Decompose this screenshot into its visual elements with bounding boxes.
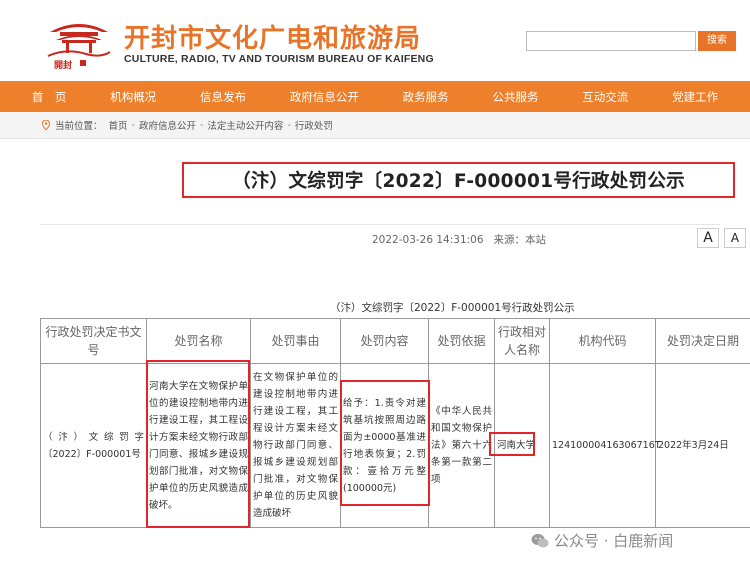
cell-date: 2022年3月24日 <box>655 363 750 528</box>
cell-basis: 《中华人民共和国文物保护法》第六十六条第一款第二项 <box>428 363 495 528</box>
penalty-content-highlight <box>340 380 430 506</box>
wechat-icon <box>531 533 549 547</box>
nav-item-org-overview[interactable]: 机构概况 <box>110 89 156 105</box>
logo-text: 開封 <box>54 59 72 70</box>
nav-item-gov-services[interactable]: 政务服务 <box>403 89 449 105</box>
header-penalty-name: 处罚名称 <box>146 318 251 364</box>
divider <box>40 224 720 225</box>
site-subtitle: CULTURE, RADIO, TV AND TOURISM BUREAU OF… <box>124 53 434 65</box>
breadcrumb-separator: - <box>199 119 204 131</box>
basis-text: 《中华人民共和国文物保护法》第六十六条第一款第二项 <box>431 406 492 485</box>
header-org-code: 机构代码 <box>549 318 656 364</box>
breadcrumb: 当前位置： 首页 - 政府信息公开 - 法定主动公开内容 - 行政处罚 <box>0 112 750 139</box>
city-gate-logo-icon[interactable]: 開封 <box>46 12 112 70</box>
search-button[interactable]: 搜索 <box>698 31 736 51</box>
header-basis: 处罚依据 <box>428 318 495 364</box>
font-size-small-button[interactable]: A <box>724 228 746 248</box>
article-source: 来源：本站 <box>493 234 547 246</box>
header-doc-no: 行政处罚决定书文号 <box>40 318 147 364</box>
cell-org-code: 12410000416306716T <box>549 363 661 528</box>
font-size-large-button[interactable]: A <box>697 228 719 248</box>
date-text: 2022年3月24日 <box>658 440 729 451</box>
location-pin-icon <box>42 120 50 130</box>
site-header: 開封 开封市文化广电和旅游局 CULTURE, RADIO, TV AND TO… <box>0 0 750 80</box>
header-party: 行政相对人名称 <box>494 318 550 364</box>
cell-reason: 在文物保护单位的建设控制地带内进行建设工程，其工程设计方案未经文物行政部门同意、… <box>250 363 341 528</box>
nav-item-home[interactable]: 首 页 <box>32 89 67 105</box>
watermark: 公众号 · 白鹿新闻 <box>531 530 673 551</box>
nav-item-party-building[interactable]: 党建工作 <box>672 89 718 105</box>
penalty-name-highlight <box>146 360 250 528</box>
header-content: 处罚内容 <box>340 318 429 364</box>
party-name-highlight <box>489 432 535 456</box>
table-header-row: 行政处罚决定书文号 处罚名称 处罚事由 处罚内容 处罚依据 行政相对人名称 机构… <box>40 318 750 364</box>
breadcrumb-admin-penalty[interactable]: 行政处罚 <box>295 118 333 132</box>
article-meta: 2022-03-26 14:31:06 来源：本站 <box>372 232 546 247</box>
reason-text: 在文物保护单位的建设控制地带内进行建设工程，其工程设计方案未经文物行政部门同意、… <box>253 372 338 519</box>
article-title: （汴）文综罚字〔2022〕F-000001号行政处罚公示 <box>232 171 685 192</box>
breadcrumb-legal-content[interactable]: 法定主动公开内容 <box>207 118 283 132</box>
table-caption: （汴）文综罚字〔2022〕F-000001号行政处罚公示 <box>330 302 575 314</box>
breadcrumb-home[interactable]: 首页 <box>109 118 128 132</box>
breadcrumb-separator: - <box>287 119 291 131</box>
publish-date: 2022-03-26 14:31:06 <box>372 234 484 246</box>
nav-item-public-services[interactable]: 公共服务 <box>492 89 538 105</box>
watermark-text: 公众号 · 白鹿新闻 <box>554 532 674 550</box>
nav-item-gov-info[interactable]: 政府信息公开 <box>290 89 359 105</box>
breadcrumb-prefix: 当前位置： <box>55 121 103 132</box>
nav-item-interaction[interactable]: 互动交流 <box>582 89 628 105</box>
cell-doc-no: （ 汴 ） 文 综 罚 字〔2022〕F-000001号 <box>40 363 147 528</box>
breadcrumb-gov-info[interactable]: 政府信息公开 <box>139 118 196 132</box>
breadcrumb-separator: - <box>131 119 135 131</box>
nav-item-info-release[interactable]: 信息发布 <box>200 89 246 105</box>
org-code-text: 12410000416306716T <box>552 440 661 451</box>
header-date: 处罚决定日期 <box>655 318 750 364</box>
site-title[interactable]: 开封市文化广电和旅游局 <box>124 18 421 55</box>
search-input[interactable] <box>526 31 696 51</box>
article-title-highlight: （汴）文综罚字〔2022〕F-000001号行政处罚公示 <box>182 162 735 198</box>
main-nav: 首 页 机构概况 信息发布 政府信息公开 政务服务 公共服务 互动交流 党建工作 <box>0 81 750 112</box>
header-reason: 处罚事由 <box>250 318 341 364</box>
